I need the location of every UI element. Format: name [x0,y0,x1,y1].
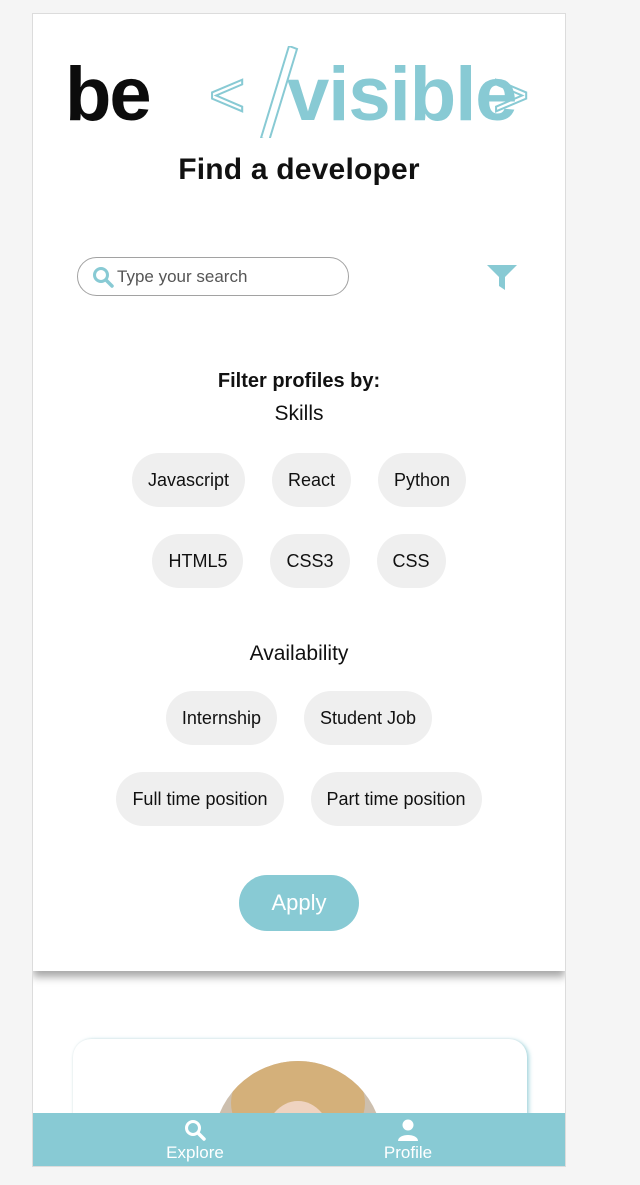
phone-frame: be < visible > Find a developer Filter p… [32,13,566,1167]
nav-profile-label: Profile [383,1143,433,1162]
availability-chip-full-time[interactable]: Full time position [116,772,284,826]
skill-chip-python[interactable]: Python [378,453,467,507]
filter-toggle-button[interactable] [485,262,519,292]
availability-title: Availability [249,642,349,665]
search-input[interactable] [117,266,337,287]
filter-icon [487,265,517,290]
profile-person-icon [398,1119,418,1141]
nav-profile[interactable]: Profile [358,1113,458,1166]
brand-logo: be < visible > [65,46,535,138]
skills-row-1: Javascript React Python [33,453,565,507]
apply-button[interactable]: Apply [239,875,359,931]
skill-chip-react[interactable]: React [271,453,351,507]
svg-text:visible: visible [287,52,517,137]
availability-chip-internship[interactable]: Internship [165,691,277,745]
filter-heading: Filter profiles by: [217,370,381,392]
availability-row-1: Internship Student Job [33,691,565,745]
skill-chip-css3[interactable]: CSS3 [270,534,350,588]
page-title: Find a developer [178,153,420,186]
svg-text:>: > [493,61,529,130]
skills-row-2: HTML5 CSS3 CSS [33,534,565,588]
skill-chip-html5[interactable]: HTML5 [152,534,244,588]
availability-chip-student-job[interactable]: Student Job [303,691,433,745]
skill-chip-javascript[interactable]: Javascript [131,453,245,507]
svg-text:be: be [65,52,150,137]
availability-chip-part-time[interactable]: Part time position [310,772,482,826]
filter-panel: be < visible > Find a developer Filter p… [33,14,565,971]
skills-title: Skills [274,402,324,425]
availability-row-2: Full time position Part time position [33,772,565,826]
svg-text:<: < [209,61,245,130]
skill-chip-css[interactable]: CSS [376,534,446,588]
bottom-nav: Explore Profile [33,1113,565,1166]
explore-search-icon [185,1120,206,1141]
search-icon [93,266,114,288]
nav-explore-label: Explore [166,1143,224,1162]
nav-explore[interactable]: Explore [145,1113,245,1166]
search-field[interactable] [77,257,349,296]
